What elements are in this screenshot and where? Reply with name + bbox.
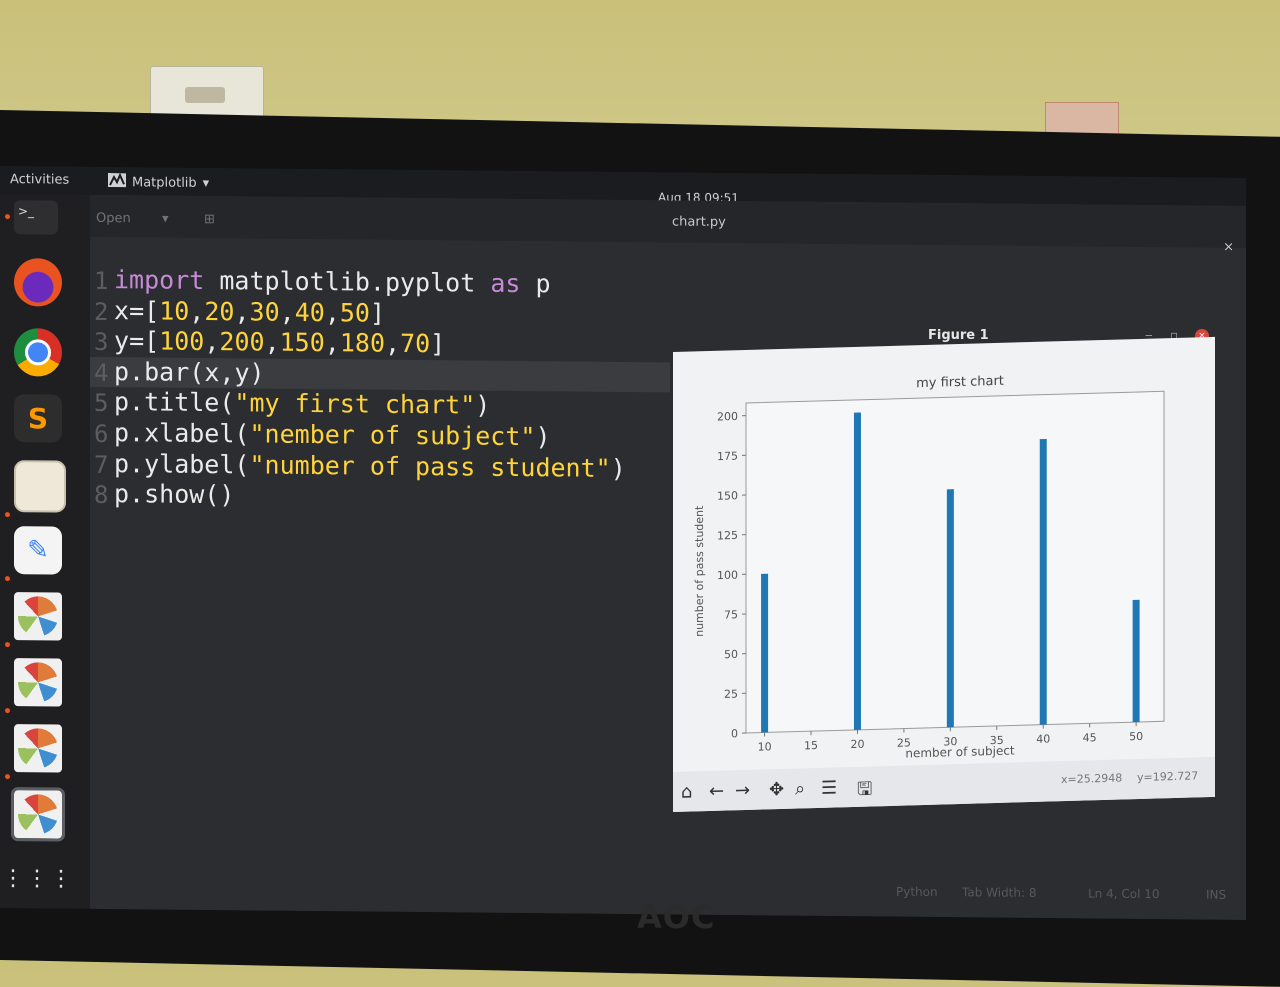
- code-text: x=[10,20,30,40,50]: [114, 296, 385, 328]
- zoom-icon[interactable]: ⌕: [795, 778, 805, 799]
- code-text: p.bar(x,y): [114, 357, 265, 387]
- home-icon[interactable]: ⌂: [681, 781, 692, 802]
- bar: [947, 489, 954, 727]
- code-text: p.ylabel("number of pass student"): [114, 449, 626, 483]
- chevron-down-icon: ▾: [203, 175, 210, 190]
- code-text: import matplotlib.pyplot as p: [114, 265, 551, 298]
- bar: [761, 574, 768, 733]
- y-tick-label: 75: [724, 608, 738, 621]
- bar: [854, 412, 861, 730]
- y-tick-label: 0: [731, 727, 738, 740]
- app-grid-icon[interactable]: ⋮⋮⋮: [14, 854, 62, 902]
- code-area[interactable]: 1import matplotlib.pyplot as p2x=[10,20,…: [90, 265, 670, 515]
- y-tick-label: 125: [717, 529, 738, 543]
- x-tick-label: 50: [1129, 730, 1143, 743]
- activities-button[interactable]: Activities: [10, 172, 69, 188]
- figure-window: my first chart nember of subject number …: [673, 337, 1215, 812]
- sublime-icon[interactable]: S: [14, 394, 62, 442]
- tab-width-selector[interactable]: Tab Width: 8: [962, 885, 1036, 900]
- file-title: chart.py: [672, 214, 726, 230]
- insert-mode: INS: [1206, 888, 1226, 902]
- bar-chart: my first chart nember of subject number …: [673, 337, 1215, 772]
- code-text: p.xlabel("nember of subject"): [114, 418, 551, 451]
- language-selector[interactable]: Python: [896, 885, 938, 899]
- y-tick-label: 200: [717, 410, 738, 424]
- y-tick-label: 25: [724, 688, 738, 701]
- save-icon[interactable]: 🖫: [857, 776, 872, 806]
- line-number: 7: [94, 450, 116, 478]
- app-name: Matplotlib: [132, 175, 197, 191]
- text-editor-icon[interactable]: ✎: [14, 526, 62, 574]
- pan-icon[interactable]: ✥: [769, 779, 784, 800]
- code-text: p.title("my first chart"): [114, 387, 490, 420]
- line-number: 1: [94, 267, 116, 295]
- x-tick-label: 10: [758, 740, 772, 753]
- y-tick-label: 150: [717, 489, 738, 503]
- back-icon[interactable]: ←: [709, 781, 724, 802]
- y-tick-label: 175: [717, 450, 738, 464]
- line-number: 2: [94, 297, 116, 325]
- chart-title: my first chart: [916, 374, 1004, 391]
- matplotlib-icon[interactable]: [14, 724, 62, 772]
- x-tick-label: 40: [1036, 732, 1050, 745]
- app-menu[interactable]: Matplotlib ▾: [108, 173, 209, 192]
- x-tick-label: 20: [850, 738, 864, 751]
- line-number: 8: [94, 481, 116, 509]
- x-tick-label: 15: [804, 739, 818, 752]
- cursor-y-readout: y=192.727: [1137, 769, 1198, 784]
- y-tick-label: 100: [717, 569, 738, 583]
- x-tick-label: 25: [897, 736, 911, 749]
- line-number: 3: [94, 328, 116, 356]
- y-tick-label: 50: [724, 648, 738, 661]
- firefox-icon[interactable]: [14, 258, 62, 306]
- cursor-position[interactable]: Ln 4, Col 10: [1088, 886, 1160, 901]
- cursor-x-readout: x=25.2948: [1061, 771, 1122, 786]
- matplotlib-icon[interactable]: [14, 658, 62, 706]
- dock: >_ S ✎ ⋮⋮⋮: [0, 194, 90, 909]
- matplotlib-icon[interactable]: [14, 592, 62, 640]
- x-tick-label: 30: [943, 735, 957, 748]
- terminal-icon[interactable]: >_: [14, 200, 58, 234]
- bar: [1133, 600, 1140, 722]
- monitor-brand-logo: AOC: [637, 898, 715, 936]
- code-line[interactable]: 8p.show(): [90, 479, 670, 515]
- chrome-icon[interactable]: [14, 328, 62, 376]
- forward-icon[interactable]: →: [735, 780, 750, 801]
- x-tick-label: 45: [1083, 731, 1097, 744]
- x-tick-label: 35: [990, 734, 1004, 747]
- configure-subplots-icon[interactable]: ☰: [821, 777, 837, 798]
- new-document-icon[interactable]: ⊞: [204, 212, 215, 227]
- chevron-down-icon[interactable]: ▾: [162, 212, 169, 227]
- y-axis-label: number of pass student: [693, 505, 706, 637]
- plot-area: [746, 391, 1164, 733]
- bar: [1040, 439, 1047, 725]
- line-number: 4: [94, 359, 116, 387]
- code-text: y=[100,200,150,180,70]: [114, 326, 445, 358]
- line-number: 5: [94, 389, 116, 417]
- matplotlib-icon: [108, 173, 126, 191]
- figure-title: Figure 1: [928, 328, 989, 343]
- line-number: 6: [94, 420, 116, 448]
- files-icon[interactable]: [14, 460, 66, 512]
- matplotlib-icon[interactable]: [14, 790, 62, 838]
- open-button[interactable]: Open: [96, 211, 131, 226]
- code-text: p.show(): [114, 479, 234, 509]
- close-icon[interactable]: ×: [1223, 240, 1234, 255]
